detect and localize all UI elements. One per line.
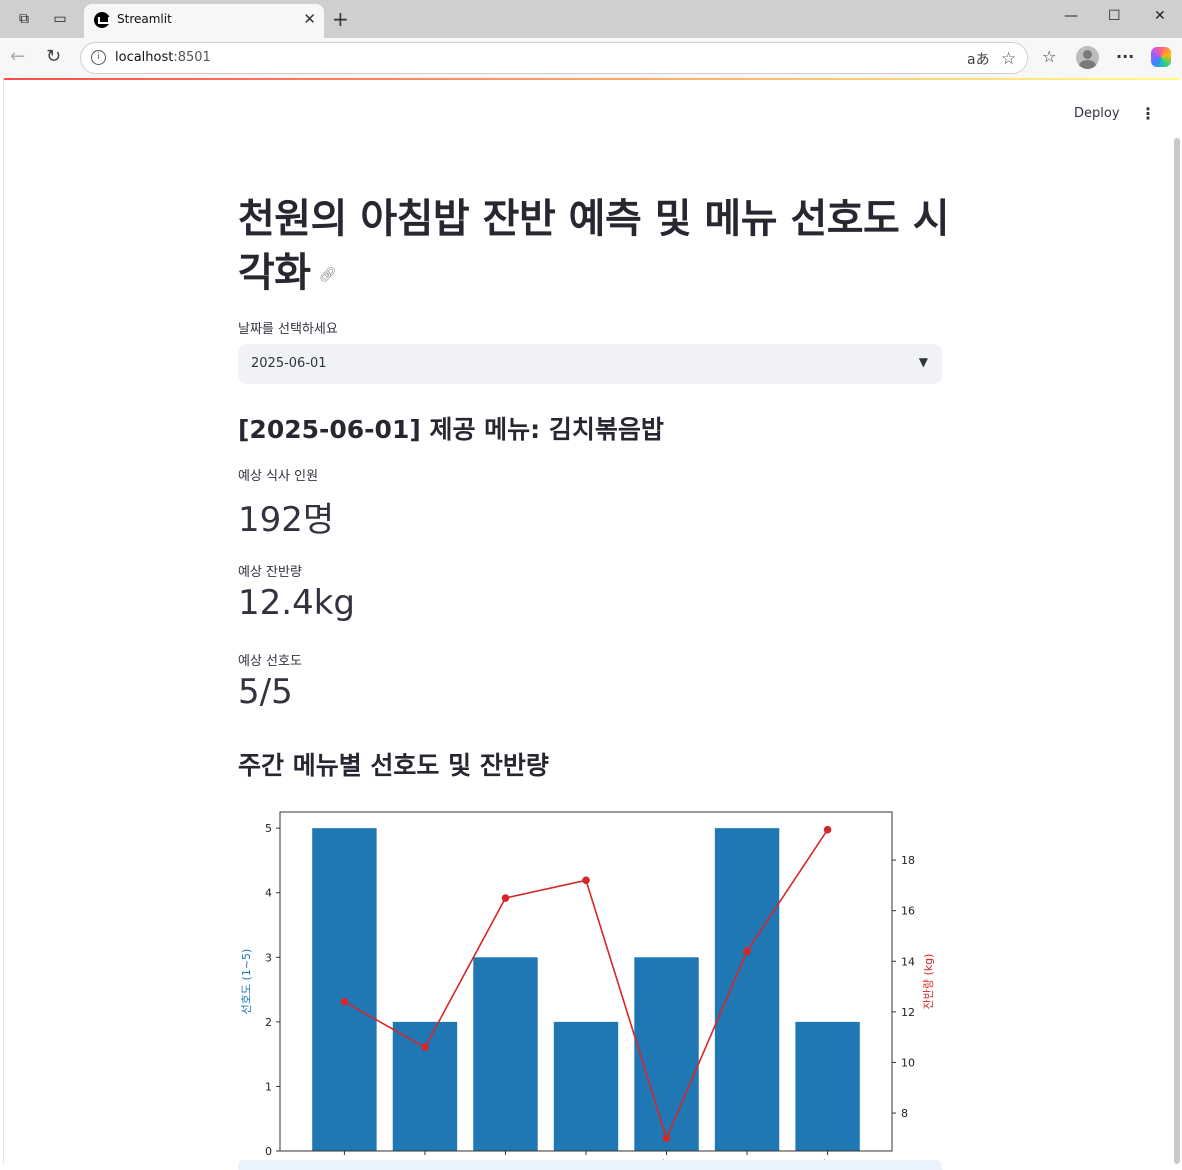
date-select-label: 날짜를 선택하세요 xyxy=(238,322,338,337)
workspaces-icon[interactable]: ⧉ xyxy=(14,9,34,29)
bar-2 xyxy=(392,1021,458,1151)
leftover-point-6 xyxy=(743,947,751,955)
leftover-point-3 xyxy=(501,894,510,902)
url-text[interactable]: localhost:8501 xyxy=(115,50,211,65)
bar-1 xyxy=(312,828,377,1151)
bar-4 xyxy=(553,1021,619,1151)
tab-actions-icon[interactable]: ▭ xyxy=(50,9,70,29)
maximize-icon[interactable]: ☐ xyxy=(1108,8,1121,24)
y2-tick-label: 18 xyxy=(901,854,915,867)
favorites-icon[interactable]: ☆ xyxy=(1042,47,1056,66)
chevron-down-icon: ▼ xyxy=(918,355,928,369)
y2-tick-label: 16 xyxy=(901,905,915,918)
read-aloud-icon[interactable]: aあ xyxy=(967,49,990,69)
favorite-star-icon[interactable]: ☆ xyxy=(1001,49,1016,69)
main-menu-icon[interactable]: ⋮ xyxy=(1140,104,1156,123)
leftover-point-7 xyxy=(823,825,832,834)
y2-tick-label: 14 xyxy=(901,955,915,968)
close-tab-icon[interactable]: ✕ xyxy=(303,10,316,28)
metric-label-diners: 예상 식사 인원 xyxy=(238,469,319,484)
info-box xyxy=(238,1160,942,1170)
y2-tick-label: 10 xyxy=(901,1056,915,1069)
anchor-link-icon[interactable]: 🔗︎ xyxy=(319,248,337,302)
metric-value-diners: 192명 xyxy=(238,500,335,540)
app-page: Deploy ⋮ 천원의 아침밥 잔반 예측 및 메뉴 선호도 시각화 🔗︎ 날짜… xyxy=(3,78,1180,1170)
leftover-point-2 xyxy=(421,1043,429,1052)
y2-tick-label: 8 xyxy=(901,1107,908,1120)
date-select-value: 2025-06-01 xyxy=(251,356,327,371)
y-tick-label: 3 xyxy=(265,951,272,964)
leftover-point-5 xyxy=(662,1134,671,1143)
browser-toolbar: ← ↻ i localhost:8501 aあ ☆ ☆ ··· xyxy=(0,38,1182,78)
profile-avatar[interactable] xyxy=(1076,46,1099,69)
y-tick-label: 2 xyxy=(265,1016,272,1029)
metric-label-leftover: 예상 잔반량 xyxy=(238,565,302,580)
address-bar[interactable]: i localhost:8501 aあ ☆ xyxy=(80,42,1028,74)
reload-icon[interactable]: ↻ xyxy=(46,46,61,67)
bar-6 xyxy=(714,828,780,1151)
tab-title: Streamlit xyxy=(117,12,172,26)
y2-axis-label: 잔반량 (kg) xyxy=(922,954,935,1010)
chart-heading: 주간 메뉴별 선호도 및 잔반량 xyxy=(238,751,549,780)
site-info-icon[interactable]: i xyxy=(91,50,106,65)
minimize-icon[interactable]: — xyxy=(1064,8,1078,24)
bar-5 xyxy=(634,957,699,1151)
back-icon[interactable]: ← xyxy=(10,46,25,67)
bar-3 xyxy=(473,957,538,1151)
metric-value-preference: 5/5 xyxy=(238,672,293,712)
menu-heading: [2025-06-01] 제공 메뉴: 김치볶음밥 xyxy=(238,415,664,444)
leftover-point-4 xyxy=(582,876,590,885)
more-menu-icon[interactable]: ··· xyxy=(1116,47,1134,66)
deploy-button[interactable]: Deploy xyxy=(1074,106,1120,121)
close-window-icon[interactable]: ✕ xyxy=(1154,8,1166,24)
browser-tab-bar: ⧉ ▭ Streamlit ✕ + — ☐ ✕ xyxy=(0,0,1182,38)
page-title: 천원의 아침밥 잔반 예측 및 메뉴 선호도 시각화 🔗︎ xyxy=(238,192,958,302)
date-selectbox[interactable]: 2025-06-01 ▼ xyxy=(238,344,942,384)
y-tick-label: 5 xyxy=(265,822,272,835)
copilot-icon[interactable] xyxy=(1151,47,1171,67)
y-tick-label: 0 xyxy=(265,1145,272,1158)
leftover-point-1 xyxy=(340,997,349,1006)
preference-leftover-chart: 01234581012141618김치볶음밥된장국돈까스제육볶음카레오므라이스부… xyxy=(240,811,935,1162)
y-tick-label: 4 xyxy=(265,887,272,900)
header-decoration xyxy=(4,78,1180,80)
bar-7 xyxy=(795,1021,860,1151)
y-axis-label: 선호도 (1~5) xyxy=(240,949,253,1015)
streamlit-favicon-icon xyxy=(94,12,110,28)
y2-tick-label: 12 xyxy=(901,1006,915,1019)
browser-tab[interactable]: Streamlit ✕ xyxy=(84,4,324,38)
y-tick-label: 1 xyxy=(265,1080,272,1093)
metric-value-leftover: 12.4kg xyxy=(238,583,355,623)
new-tab-icon[interactable]: + xyxy=(332,7,349,31)
metric-label-preference: 예상 선호도 xyxy=(238,654,302,669)
page-scrollbar[interactable] xyxy=(1174,138,1180,1164)
